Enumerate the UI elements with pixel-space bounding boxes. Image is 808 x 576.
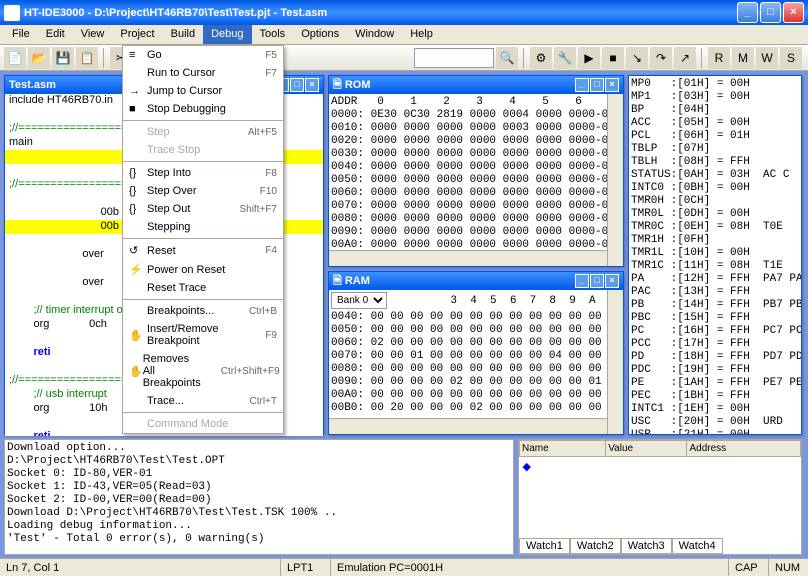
combo1[interactable] bbox=[414, 48, 494, 68]
maximize-button[interactable]: □ bbox=[760, 2, 781, 23]
go-button[interactable]: ▶ bbox=[578, 47, 600, 69]
watch-col-value[interactable]: Value bbox=[606, 441, 687, 457]
menu-window[interactable]: Window bbox=[347, 25, 402, 44]
menuitem-command-mode: Command Mode bbox=[123, 415, 283, 433]
rom-titlebar[interactable]: 🗎ROM _ □ × bbox=[329, 76, 623, 94]
ram-hscroll[interactable] bbox=[329, 418, 607, 434]
rebuild-button[interactable]: 🔧 bbox=[554, 47, 576, 69]
watch-tab-1[interactable]: Watch2 bbox=[570, 538, 621, 554]
rom-vscroll[interactable] bbox=[607, 94, 623, 266]
status-mode: Emulation PC=0001H bbox=[330, 559, 728, 576]
menuitem-stop-debugging[interactable]: ■Stop Debugging bbox=[123, 100, 283, 118]
ram-body[interactable]: Bank 0 3 4 5 6 7 8 9 A B C D E F 0040: 0… bbox=[329, 290, 623, 420]
watch-tab-0[interactable]: Watch1 bbox=[519, 538, 570, 554]
rom-min-icon[interactable]: _ bbox=[575, 78, 589, 92]
menuitem-go[interactable]: ≡GoF5 bbox=[123, 46, 283, 64]
editor-max-icon[interactable]: □ bbox=[290, 78, 304, 92]
menuitem-trace-[interactable]: Trace...Ctrl+T bbox=[123, 392, 283, 410]
stack-button[interactable]: S bbox=[780, 47, 802, 69]
watch-button[interactable]: W bbox=[756, 47, 778, 69]
menu-debug[interactable]: Debug bbox=[203, 25, 251, 44]
menu-edit[interactable]: Edit bbox=[38, 25, 73, 44]
ram-titlebar[interactable]: 🗎RAM _ □ × bbox=[329, 272, 623, 290]
memory-button[interactable]: M bbox=[732, 47, 754, 69]
watch-col-name[interactable]: Name bbox=[520, 441, 606, 457]
rom-window: 🗎ROM _ □ × ADDR 0 1 2 3 4 5 6 7 8 9 0000… bbox=[328, 75, 624, 267]
menuitem-step-over[interactable]: {}Step OverF10 bbox=[123, 182, 283, 200]
status-cap: CAP bbox=[728, 559, 768, 576]
statusbar: Ln 7, Col 1 LPT1 Emulation PC=0001H CAP … bbox=[0, 558, 808, 576]
status-lpt: LPT1 bbox=[280, 559, 330, 576]
window-title: HT-IDE3000 - D:\Project\HT46RB70\Test\Te… bbox=[24, 7, 327, 19]
status-num: NUM bbox=[768, 559, 808, 576]
open-button[interactable]: 📂 bbox=[28, 47, 50, 69]
watch-window: NameValueAddress ◆ Watch1Watch2Watch3Wat… bbox=[518, 439, 802, 555]
find-button[interactable]: 🔍 bbox=[496, 47, 518, 69]
window-titlebar: HT-IDE3000 - D:\Project\HT46RB70\Test\Te… bbox=[0, 0, 808, 25]
menuitem-step-into[interactable]: {}Step IntoF8 bbox=[123, 164, 283, 182]
editor-close-icon[interactable]: × bbox=[305, 78, 319, 92]
app-icon bbox=[4, 5, 20, 21]
menuitem-trace-stop: Trace Stop bbox=[123, 141, 283, 159]
menuitem-run-to-cursor[interactable]: Run to CursorF7 bbox=[123, 64, 283, 82]
menuitem-step: StepAlt+F5 bbox=[123, 123, 283, 141]
editor-title: Test.asm bbox=[9, 79, 56, 91]
saveall-button[interactable]: 📋 bbox=[76, 47, 98, 69]
ram-vscroll[interactable] bbox=[607, 290, 623, 434]
ram-title: RAM bbox=[345, 275, 370, 287]
menu-help[interactable]: Help bbox=[402, 25, 441, 44]
rom-title: ROM bbox=[345, 79, 371, 91]
rom-body[interactable]: ADDR 0 1 2 3 4 5 6 7 8 9 0000: 0E30 0C30… bbox=[329, 94, 623, 252]
menuitem-reset[interactable]: ↺ResetF4 bbox=[123, 241, 283, 260]
menu-file[interactable]: File bbox=[4, 25, 38, 44]
menuitem-reset-trace[interactable]: Reset Trace bbox=[123, 279, 283, 297]
status-pos: Ln 7, Col 1 bbox=[0, 559, 280, 576]
menu-tools[interactable]: Tools bbox=[252, 25, 294, 44]
output-window[interactable]: Download option... D:\Project\HT46RB70\T… bbox=[4, 439, 514, 555]
menuitem-breakpoints-[interactable]: Breakpoints...Ctrl+B bbox=[123, 302, 283, 320]
minimize-button[interactable]: _ bbox=[737, 2, 758, 23]
menuitem-jump-to-cursor[interactable]: →Jump to Cursor bbox=[123, 82, 283, 100]
registers-window: MP0 :[01H] = 00H MP1 :[03H] = 00H BP :[0… bbox=[628, 75, 802, 435]
watch-tab-2[interactable]: Watch3 bbox=[621, 538, 672, 554]
ram-header: 3 4 5 6 7 8 9 A B C D E F bbox=[391, 295, 623, 307]
watch-tab-3[interactable]: Watch4 bbox=[672, 538, 723, 554]
menuitem-step-out[interactable]: {}Step OutShift+F7 bbox=[123, 200, 283, 218]
registers-button[interactable]: R bbox=[708, 47, 730, 69]
close-button[interactable]: × bbox=[783, 2, 804, 23]
menu-view[interactable]: View bbox=[73, 25, 113, 44]
stop-button[interactable]: ■ bbox=[602, 47, 624, 69]
menuitem-removes-all-breakpoints[interactable]: ✋Removes All BreakpointsCtrl+Shift+F9 bbox=[123, 350, 283, 392]
save-button[interactable]: 💾 bbox=[52, 47, 74, 69]
ram-bank-select[interactable]: Bank 0 bbox=[331, 292, 387, 309]
ram-max-icon[interactable]: □ bbox=[590, 274, 604, 288]
ram-window: 🗎RAM _ □ × Bank 0 3 4 5 6 7 8 9 A B C D … bbox=[328, 271, 624, 435]
new-button[interactable]: 📄 bbox=[4, 47, 26, 69]
menu-project[interactable]: Project bbox=[112, 25, 162, 44]
menuitem-insert-remove-breakpoint[interactable]: ✋Insert/Remove BreakpointF9 bbox=[123, 320, 283, 350]
ram-min-icon[interactable]: _ bbox=[575, 274, 589, 288]
build-button[interactable]: ⚙ bbox=[530, 47, 552, 69]
menuitem-stepping[interactable]: Stepping bbox=[123, 218, 283, 236]
watch-table[interactable]: NameValueAddress ◆ bbox=[519, 440, 801, 476]
menu-options[interactable]: Options bbox=[293, 25, 347, 44]
stepinto-button[interactable]: ↘ bbox=[626, 47, 648, 69]
watch-col-address[interactable]: Address bbox=[687, 441, 801, 457]
menu-build[interactable]: Build bbox=[163, 25, 203, 44]
stepover-button[interactable]: ↷ bbox=[650, 47, 672, 69]
menubar: FileEditViewProjectBuildDebugToolsOption… bbox=[0, 25, 808, 45]
rom-close-icon[interactable]: × bbox=[605, 78, 619, 92]
stepout-button[interactable]: ↗ bbox=[674, 47, 696, 69]
registers-body[interactable]: MP0 :[01H] = 00H MP1 :[03H] = 00H BP :[0… bbox=[629, 76, 801, 434]
menuitem-power-on-reset[interactable]: ⚡Power on Reset bbox=[123, 260, 283, 279]
debug-menu-dropdown: ≡GoF5Run to CursorF7→Jump to Cursor■Stop… bbox=[122, 45, 284, 434]
rom-hscroll[interactable] bbox=[329, 250, 607, 266]
rom-max-icon[interactable]: □ bbox=[590, 78, 604, 92]
ram-close-icon[interactable]: × bbox=[605, 274, 619, 288]
watch-tabs: Watch1Watch2Watch3Watch4 bbox=[519, 538, 723, 554]
